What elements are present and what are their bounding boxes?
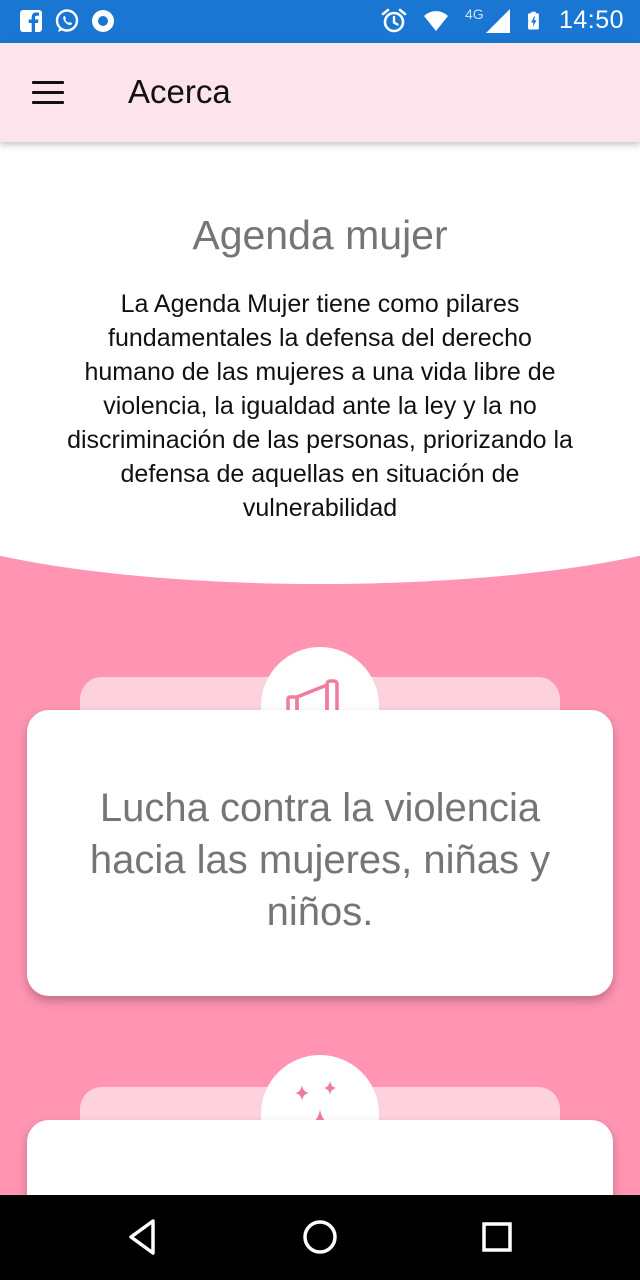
recents-icon[interactable] [475,1215,519,1259]
hamburger-menu-icon[interactable] [26,73,74,113]
navigation-bar [0,1195,640,1280]
whatsapp-icon [55,9,79,32]
card-second[interactable] [27,1120,613,1195]
facebook-icon [20,10,42,32]
intro-panel: Agenda mujer La Agenda Mujer tiene como … [0,142,640,584]
about-content[interactable]: Agenda mujer La Agenda Mujer tiene como … [0,142,640,1195]
wifi-icon [423,10,448,31]
home-icon[interactable] [298,1215,342,1259]
network-type: 4G [464,5,484,22]
app-bar: Acerca [0,43,640,142]
battery-icon [528,11,539,29]
intro-description: La Agenda Mujer tiene como pilares funda… [67,290,573,522]
card-text: Lucha contra la violencia hacia las muje… [89,786,551,934]
page-title: Acerca [128,73,231,110]
status-bar: 4G 14:50 [0,0,640,43]
signal-icon: 4G [464,5,511,34]
alarm-icon [381,8,407,32]
system-icons: 4G 14:50 [381,6,624,35]
back-icon[interactable] [121,1215,165,1259]
intro-title: Agenda mujer [192,212,448,258]
card-violence[interactable]: Lucha contra la violencia hacia las muje… [27,710,613,996]
notification-icons [18,8,116,34]
chrome-icon [92,10,114,32]
status-time: 14:50 [558,6,624,34]
